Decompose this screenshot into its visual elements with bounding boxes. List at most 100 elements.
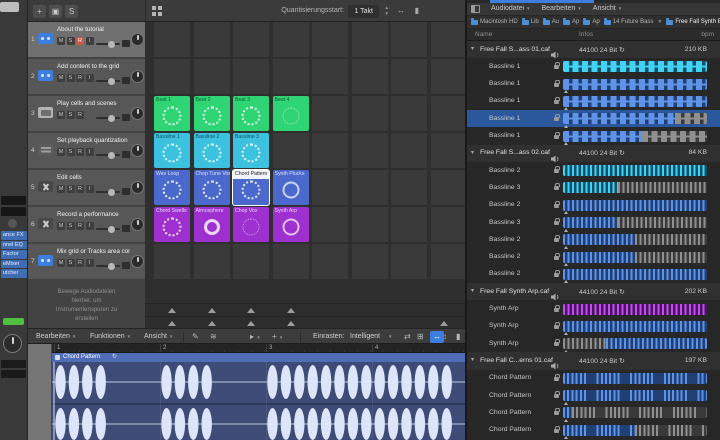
flex-icon[interactable]: ≋	[210, 329, 217, 345]
track-volume-slider[interactable]	[96, 188, 120, 196]
breadcrumb-item[interactable]: Macintosh HD	[471, 18, 518, 25]
waveform-preview[interactable]	[563, 424, 707, 436]
region-row[interactable]: Bassline 2	[467, 197, 720, 215]
live-loop-cell[interactable]: Chop Vox	[233, 207, 269, 242]
waveform-preview[interactable]	[563, 199, 707, 211]
track-pan-knob[interactable]	[131, 33, 144, 46]
browser-menu-ansicht[interactable]: Ansicht ▼	[593, 5, 622, 12]
track-record-button[interactable]: R	[76, 148, 84, 156]
track-input-button[interactable]: I	[85, 148, 94, 156]
track-mute-button[interactable]: M	[57, 111, 65, 119]
waveform-preview[interactable]	[563, 234, 707, 246]
waveform-preview[interactable]	[563, 130, 707, 142]
h-zoom-icon[interactable]: ↔	[397, 0, 405, 22]
grid-cell-slot[interactable]	[312, 59, 348, 94]
grid-cell-slot[interactable]	[312, 207, 348, 242]
column-infos[interactable]: Infos	[579, 29, 593, 41]
waveform-preview[interactable]	[563, 95, 707, 107]
grid-cell-slot[interactable]	[233, 244, 269, 279]
region-row[interactable]: Bassline 1	[467, 128, 720, 145]
track-solo-button[interactable]: S	[66, 74, 75, 82]
live-loop-cell[interactable]: Atmosphere	[193, 207, 230, 242]
track-row[interactable]: 2 Add content to the grid M S R I	[28, 59, 145, 94]
breadcrumb-item-current[interactable]: Free Fall Synth Bass	[666, 18, 720, 25]
grid-cell-slot[interactable]	[312, 170, 348, 205]
track-pan-knob[interactable]	[131, 70, 144, 83]
lock-icon[interactable]	[554, 131, 560, 139]
disclosure-triangle-icon[interactable]: ▾	[471, 45, 474, 52]
track-row[interactable]: 6 Record a performance M S R I	[28, 207, 145, 242]
plugin-slot[interactable]: nnel EQ	[1, 240, 27, 249]
waveform-preview[interactable]	[563, 217, 707, 228]
track-sort-button[interactable]: S	[65, 5, 78, 18]
region-row[interactable]: Chord Pattern	[467, 404, 720, 422]
grid-mode-icon[interactable]	[152, 6, 162, 16]
waveform-preview[interactable]	[563, 251, 707, 263]
v-zoom-icon[interactable]: ↕	[443, 329, 447, 345]
waveform-preview[interactable]	[563, 182, 707, 194]
region-row[interactable]: Bassline 3	[467, 214, 720, 232]
catch-playhead-icon[interactable]: ▮	[456, 329, 460, 345]
track-solo-button[interactable]: S	[66, 111, 75, 119]
scene-trigger-arrow[interactable]	[286, 321, 295, 326]
quantize-stepper[interactable]: ▲ ▼	[385, 5, 389, 17]
grid-cell-slot[interactable]	[351, 59, 388, 94]
region-row[interactable]: Synth Arp	[467, 318, 720, 336]
region-row[interactable]: Bassline 2	[467, 266, 720, 284]
track-input-button[interactable]: I	[85, 185, 94, 193]
scene-trigger-arrow[interactable]	[247, 308, 255, 313]
lock-icon[interactable]	[554, 62, 560, 70]
lock-icon[interactable]	[554, 339, 560, 347]
lock-icon[interactable]	[554, 218, 560, 225]
waveform-preview[interactable]	[563, 113, 707, 125]
output-slot-badge[interactable]	[3, 318, 24, 325]
file-row[interactable]: ▾ Free Fall Synth Arp.caf 44100 24 Bit ↻ 20…	[467, 283, 720, 301]
volume-slider-thumb[interactable]	[108, 262, 115, 270]
swap-zoom-icon[interactable]: ⇄	[404, 329, 411, 345]
region-row[interactable]: Chord Pattern	[467, 387, 720, 405]
waveform-preview[interactable]	[563, 407, 707, 419]
breadcrumb-item[interactable]: Ap	[583, 18, 600, 25]
volume-slider-thumb[interactable]	[108, 77, 115, 85]
track-input-button[interactable]: I	[85, 74, 94, 82]
plugin-slot[interactable]: eMixer	[1, 259, 27, 268]
region-row[interactable]: Bassline 3	[467, 179, 720, 196]
quantize-start-value[interactable]: 1 Takt	[348, 4, 379, 18]
grid-cell-slot[interactable]	[430, 133, 465, 168]
breadcrumb-item[interactable]: Lib	[521, 18, 539, 25]
region-row[interactable]: Synth Arp	[467, 335, 720, 353]
region-row[interactable]: Bassline 1	[467, 58, 720, 75]
grid-cell-slot[interactable]	[391, 133, 427, 168]
track-record-button[interactable]: R	[76, 111, 84, 119]
waveform-preview[interactable]	[563, 165, 707, 177]
grid-cell-slot[interactable]	[391, 207, 427, 242]
lock-icon[interactable]	[554, 166, 560, 174]
grid-cell-slot[interactable]	[272, 244, 309, 279]
waveform-preview[interactable]	[563, 338, 707, 350]
region-row[interactable]: Synth Arp	[467, 301, 720, 318]
track-pan-knob[interactable]	[131, 107, 144, 120]
grid-cell-slot[interactable]	[430, 96, 465, 131]
grid-cell-slot[interactable]	[351, 96, 388, 131]
grid-cell-slot[interactable]	[193, 59, 230, 94]
breadcrumb-item[interactable]: 14 Future Bass	[603, 18, 653, 25]
browser-pane-icon[interactable]	[471, 4, 480, 13]
grid-cell-slot[interactable]	[312, 244, 348, 279]
column-name[interactable]: Name	[475, 29, 492, 41]
disclosure-triangle-icon[interactable]: ▾	[471, 356, 474, 363]
duplicate-track-button[interactable]: ▣	[49, 5, 62, 18]
track-record-button[interactable]: R	[76, 222, 84, 230]
waveform-preview[interactable]	[563, 320, 707, 332]
track-row[interactable]: 3 Play cells and scenes M S R	[28, 96, 145, 131]
lock-icon[interactable]	[554, 425, 560, 433]
volume-slider-thumb[interactable]	[108, 40, 115, 48]
editor-ruler[interactable]: 1 2 3 4	[52, 344, 465, 353]
breadcrumb-item[interactable]: Au	[542, 18, 559, 25]
track-mute-button[interactable]: M	[57, 37, 65, 45]
disclosure-triangle-icon[interactable]: ▾	[471, 287, 474, 294]
waveform-preview[interactable]	[563, 78, 707, 90]
column-bpm[interactable]: bpm	[701, 29, 714, 41]
inspector-setting-display[interactable]	[1, 207, 26, 216]
region-row[interactable]: Bassline 1	[467, 110, 720, 128]
grid-cell-slot[interactable]	[312, 133, 348, 168]
